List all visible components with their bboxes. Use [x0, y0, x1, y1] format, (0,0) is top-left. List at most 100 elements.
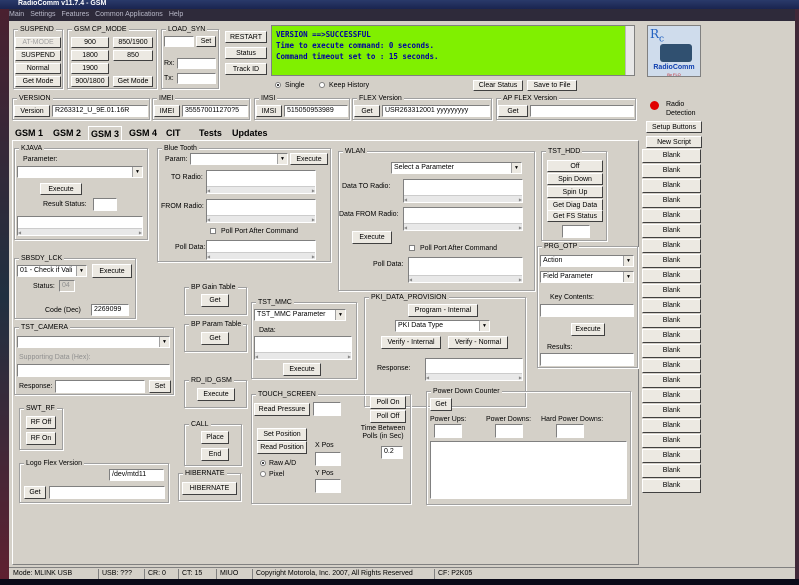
suspend-get-mode-button[interactable]: Get Mode — [15, 76, 61, 87]
ap-flex-get-button[interactable]: Get — [498, 105, 528, 117]
bp-gain-get-button[interactable]: Get — [201, 294, 229, 307]
bt-poll-data-field[interactable] — [206, 240, 316, 260]
new-script-button[interactable]: New Script — [646, 136, 702, 148]
read-pressure-button[interactable]: Read Pressure — [254, 403, 310, 416]
poll-on-button[interactable]: Poll On — [370, 396, 406, 409]
blank-button[interactable]: Blank — [642, 209, 701, 223]
tab-cit[interactable]: CIT — [164, 126, 183, 140]
sbsdy-lck-select[interactable]: 01 - Check if Vali — [17, 265, 87, 277]
tab-updates[interactable]: Updates — [230, 126, 270, 140]
key-contents-field[interactable] — [540, 304, 634, 317]
blank-button[interactable]: Blank — [642, 344, 701, 358]
pki-response-field[interactable] — [425, 358, 523, 381]
hdd-off-button[interactable]: Off — [547, 160, 603, 172]
hdd-get-fs-button[interactable]: Get FS Status — [547, 210, 603, 222]
status-button[interactable]: Status — [225, 47, 267, 59]
blank-button[interactable]: Blank — [642, 404, 701, 418]
single-radio[interactable] — [275, 82, 281, 88]
flex-get-button[interactable]: Get — [354, 105, 380, 117]
rd-id-execute-button[interactable]: Execute — [197, 388, 235, 401]
blank-button[interactable]: Blank — [642, 329, 701, 343]
prg-otp-field-select[interactable]: Field Parameter — [540, 271, 634, 283]
call-place-button[interactable]: Place — [201, 431, 229, 444]
supporting-data-field[interactable] — [17, 364, 170, 377]
rx-input[interactable] — [177, 58, 216, 69]
set-position-button[interactable]: Set Position — [257, 428, 307, 441]
blank-button[interactable]: Blank — [642, 149, 701, 163]
sbsdy-execute-button[interactable]: Execute — [92, 264, 132, 278]
flex-version-field[interactable]: USR263312001 yyyyyyyyy — [382, 105, 490, 117]
read-position-button[interactable]: Read Position — [257, 441, 307, 454]
power-ups-field[interactable] — [434, 424, 462, 438]
menu-common-applications[interactable]: Common Applications — [95, 11, 163, 18]
menu-features[interactable]: Features — [61, 11, 89, 18]
keep-history-radio[interactable] — [319, 82, 325, 88]
tst-mmc-data-field[interactable] — [254, 336, 352, 360]
tst-camera-select[interactable] — [17, 336, 170, 348]
blank-button[interactable]: Blank — [642, 314, 701, 328]
blank-button[interactable]: Blank — [642, 479, 701, 493]
version-field[interactable]: R263312_U_9E.01.16R — [52, 105, 148, 117]
prg-otp-action-select[interactable]: Action — [540, 255, 634, 267]
pixel-radio[interactable] — [260, 471, 266, 477]
clear-status-button[interactable]: Clear Status — [473, 80, 523, 91]
blank-button[interactable]: Blank — [642, 194, 701, 208]
menu-main[interactable]: Main — [9, 11, 24, 18]
bt-param-select[interactable] — [190, 153, 288, 165]
wlan-poll-port-checkbox[interactable] — [409, 245, 415, 251]
blank-button[interactable]: Blank — [642, 449, 701, 463]
kjava-output[interactable] — [17, 216, 143, 236]
menu-help[interactable]: Help — [169, 11, 183, 18]
normal-button[interactable]: Normal — [15, 63, 61, 74]
hdd-status-field[interactable] — [562, 225, 590, 238]
at-mode-button[interactable]: AT-MODE — [15, 37, 61, 48]
rf-off-button[interactable]: RF Off — [26, 416, 56, 429]
prg-otp-results-field[interactable] — [540, 353, 634, 366]
logo-flex-value-field[interactable] — [49, 486, 165, 499]
pki-verify-internal-button[interactable]: Verify - Internal — [381, 336, 441, 349]
tab-gsm3[interactable]: GSM 3 — [88, 126, 123, 140]
prg-otp-execute-button[interactable]: Execute — [571, 323, 605, 336]
hibernate-button[interactable]: HIBERNATE — [182, 482, 237, 495]
ap-flex-version-field[interactable] — [530, 105, 634, 117]
tab-gsm2[interactable]: GSM 2 — [51, 126, 83, 140]
track-id-button[interactable]: Track ID — [225, 63, 267, 75]
menu-settings[interactable]: Settings — [30, 11, 55, 18]
power-log-field[interactable] — [430, 441, 627, 499]
bt-poll-port-checkbox[interactable] — [210, 228, 216, 234]
tst-mmc-execute-button[interactable]: Execute — [283, 363, 321, 376]
load-syn-input[interactable] — [164, 36, 194, 47]
blank-button[interactable]: Blank — [642, 389, 701, 403]
kjava-execute-button[interactable]: Execute — [40, 183, 82, 195]
setup-buttons-button[interactable]: Setup Buttons — [646, 121, 702, 133]
camera-set-button[interactable]: Set — [149, 380, 171, 393]
band-850-1900-button[interactable]: 850/1900 — [113, 37, 153, 48]
wlan-data-from-field[interactable] — [403, 207, 523, 231]
imei-field[interactable]: 355570011270?5 — [182, 105, 248, 117]
bp-param-get-button[interactable]: Get — [201, 332, 229, 345]
cp-get-mode-button[interactable]: Get Mode — [113, 76, 153, 87]
tab-tests[interactable]: Tests — [197, 126, 224, 140]
sbsdy-status-field[interactable]: 04 — [59, 280, 75, 292]
pressure-field[interactable] — [313, 402, 341, 416]
rf-on-button[interactable]: RF On — [26, 432, 56, 445]
tab-gsm4[interactable]: GSM 4 — [127, 126, 159, 140]
blank-button[interactable]: Blank — [642, 419, 701, 433]
load-syn-set-button[interactable]: Set — [196, 36, 216, 47]
hard-power-downs-field[interactable] — [556, 424, 584, 438]
wlan-data-to-field[interactable] — [403, 179, 523, 203]
version-button[interactable]: Version — [14, 105, 50, 117]
console-scrollbar[interactable] — [625, 26, 634, 75]
poll-off-button[interactable]: Poll Off — [370, 410, 406, 423]
kjava-parameter-select[interactable] — [17, 166, 143, 178]
blank-button[interactable]: Blank — [642, 239, 701, 253]
band-900-button[interactable]: 900 — [71, 37, 109, 48]
power-get-button[interactable]: Get — [430, 398, 452, 411]
hdd-spin-up-button[interactable]: Spin Up — [547, 186, 603, 198]
bt-from-radio-field[interactable] — [206, 199, 316, 223]
band-850-button[interactable]: 850 — [113, 50, 153, 61]
result-status-field[interactable] — [93, 198, 117, 211]
call-end-button[interactable]: End — [201, 448, 229, 461]
x-pos-field[interactable] — [315, 452, 341, 466]
blank-button[interactable]: Blank — [642, 359, 701, 373]
